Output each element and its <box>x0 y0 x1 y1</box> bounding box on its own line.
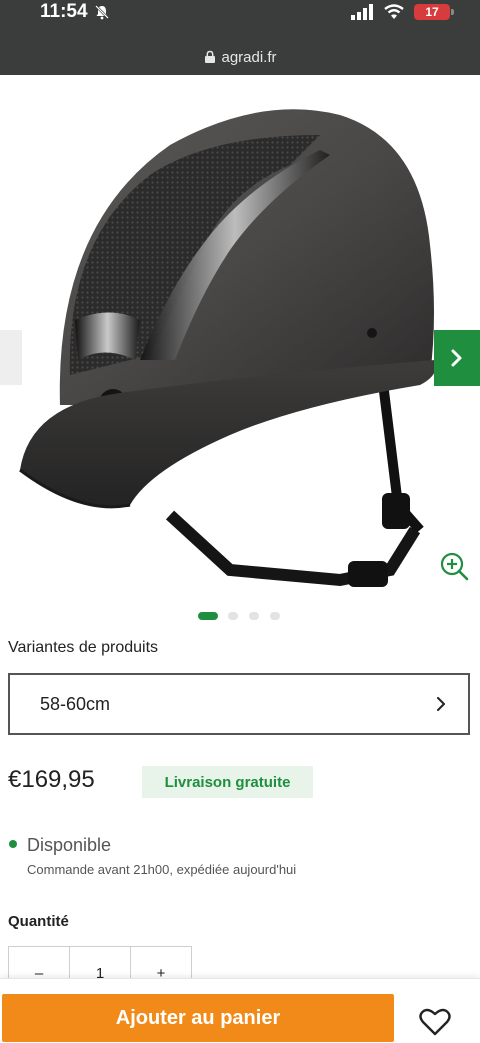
variants-label: Variantes de produits <box>8 639 159 656</box>
chevron-right-icon <box>437 697 445 711</box>
battery-indicator: 17 <box>414 4 454 20</box>
availability-status: Disponible <box>27 835 112 855</box>
status-icons: 17 <box>350 2 454 22</box>
sticky-cart-bar: Ajouter au panier <box>0 978 480 1043</box>
carousel-dot[interactable] <box>228 612 238 620</box>
url-text: agradi.fr <box>221 48 277 66</box>
free-shipping-badge: Livraison gratuite <box>142 766 313 798</box>
next-slide-button[interactable] <box>434 330 480 386</box>
quantity-label: Quantité <box>8 913 69 930</box>
previous-slide-edge[interactable] <box>0 330 22 385</box>
product-image <box>0 75 480 600</box>
status-bar: 11:54 17 agradi.fr <box>0 0 480 75</box>
signal-icon <box>351 4 373 20</box>
heart-icon[interactable] <box>418 1007 452 1037</box>
carousel-dot-active[interactable] <box>198 612 218 620</box>
carousel-dot[interactable] <box>270 612 280 620</box>
product-gallery[interactable] <box>0 75 480 600</box>
zoom-in-icon[interactable] <box>438 550 470 582</box>
availability-detail: Commande avant 21h00, expédiée aujourd'h… <box>27 862 297 877</box>
variant-selected-value: 58-60cm <box>40 694 111 714</box>
variant-selector[interactable]: 58-60cm <box>8 673 470 735</box>
carousel-indicators <box>0 612 480 622</box>
status-time: 11:54 <box>40 0 110 24</box>
wifi-icon <box>384 4 404 19</box>
clock: 11:54 <box>40 1 88 22</box>
availability-dot-icon <box>9 840 17 848</box>
bell-slash-icon <box>94 5 109 20</box>
chevron-right-icon <box>451 349 462 367</box>
lock-icon <box>205 50 216 63</box>
carousel-dot[interactable] <box>249 612 259 620</box>
address-bar[interactable]: agradi.fr <box>0 44 480 70</box>
add-to-cart-button[interactable]: Ajouter au panier <box>2 994 394 1042</box>
product-price: €169,95 <box>8 766 95 793</box>
